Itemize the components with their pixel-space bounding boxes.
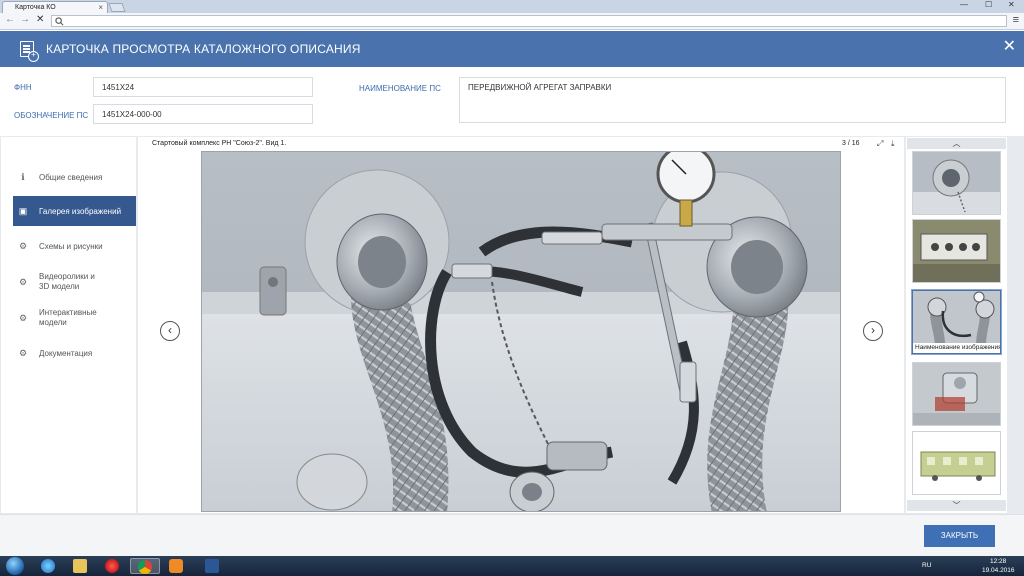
taskbar-opera[interactable] xyxy=(98,558,128,574)
start-button[interactable] xyxy=(6,557,24,575)
clock-date[interactable]: 19.04.2016 xyxy=(982,567,1015,574)
card-header: КАРТОЧКА ПРОСМОТРА КАТАЛОЖНОГО ОПИСАНИЯ … xyxy=(0,31,1024,67)
thumbnail-item-selected[interactable]: Наименование изображения xyxy=(912,290,1001,354)
thumbnail-item[interactable] xyxy=(912,362,1001,426)
windows-taskbar: RU 12:28 19.04.2016 xyxy=(0,556,1024,576)
minimize-icon[interactable]: — xyxy=(960,0,968,9)
thumbnails-up-icon[interactable]: ︿ xyxy=(907,138,1006,149)
back-arrow-icon[interactable]: ← xyxy=(5,14,15,25)
main-image xyxy=(201,151,841,512)
thumbnail-image xyxy=(913,152,1000,214)
taskbar-ie[interactable] xyxy=(34,558,64,574)
interactive-icon: ⚙ xyxy=(18,313,28,323)
info-icon: ℹ xyxy=(21,171,25,182)
taskbar-chrome[interactable] xyxy=(130,558,160,574)
taskbar-explorer[interactable] xyxy=(66,558,96,574)
equipment-photo xyxy=(202,152,840,511)
search-icon xyxy=(55,17,64,26)
internet-explorer-icon xyxy=(41,559,55,573)
thumbnail-image xyxy=(913,220,1000,282)
taskbar-media[interactable] xyxy=(162,558,192,574)
image-caption: Стартовый комплекс РН "Союз-2". Вид 1. xyxy=(152,140,287,147)
thumbnail-label: Наименование изображения xyxy=(913,343,1000,353)
window-close-icon[interactable]: ✕ xyxy=(1008,0,1015,9)
folder-icon xyxy=(73,559,87,573)
designation-label: ОБОЗНАЧЕНИЕ ПС xyxy=(14,111,89,120)
stop-icon[interactable]: ✕ xyxy=(36,14,44,25)
sidebar-item-label: Общие сведения xyxy=(39,172,103,182)
maximize-icon[interactable]: ☐ xyxy=(985,0,992,9)
sidebar-item-documentation[interactable]: ⚙ Документация xyxy=(13,338,136,368)
sidebar-item-label: Видеоролики и 3D модели xyxy=(39,272,95,291)
close-icon[interactable]: ✕ xyxy=(1003,39,1016,55)
previous-image-button[interactable]: ‹ xyxy=(160,321,180,341)
fullscreen-icon[interactable]: ⤢ xyxy=(877,139,883,149)
opera-icon xyxy=(105,559,119,573)
document-icon: ⚙ xyxy=(18,347,28,358)
thumbnail-image xyxy=(913,432,1000,494)
browser-menu-icon[interactable]: ≡ xyxy=(1013,14,1019,26)
fnn-label: ФНН xyxy=(14,83,32,92)
page-title: КАРТОЧКА ПРОСМОТРА КАТАЛОЖНОГО ОПИСАНИЯ xyxy=(46,42,361,56)
gallery-icon: ▣ xyxy=(18,205,28,216)
browser-tab-title: Карточка КО xyxy=(15,4,56,11)
close-button[interactable]: ЗАКРЫТЬ xyxy=(924,525,995,547)
sidebar: ℹ Общие сведения ▣ Галерея изображений ⚙… xyxy=(1,137,136,513)
tab-close-icon[interactable]: × xyxy=(98,3,103,12)
card-footer: ЗАКРЫТЬ xyxy=(0,514,1024,556)
thumbnail-item[interactable] xyxy=(912,219,1001,283)
sidebar-item-gallery[interactable]: ▣ Галерея изображений xyxy=(13,196,136,226)
designation-field[interactable]: 1451Х24-000-00 xyxy=(93,104,313,124)
forward-arrow-icon[interactable]: → xyxy=(20,14,30,25)
sidebar-item-interactive[interactable]: ⚙ Интерактивные модели xyxy=(13,303,136,333)
thumbnails-down-icon[interactable]: ﹀ xyxy=(907,500,1006,511)
taskbar-word[interactable] xyxy=(198,558,228,574)
name-field[interactable]: ПЕРЕДВИЖНОЙ АГРЕГАТ ЗАПРАВКИ xyxy=(459,77,1006,123)
image-viewer: Стартовый комплекс РН "Союз-2". Вид 1. 3… xyxy=(138,137,904,513)
thumbnail-item[interactable] xyxy=(912,151,1001,215)
sidebar-item-general[interactable]: ℹ Общие сведения xyxy=(13,162,136,192)
word-icon xyxy=(205,559,219,573)
content-panel: ℹ Общие сведения ▣ Галерея изображений ⚙… xyxy=(0,136,1024,514)
language-indicator[interactable]: RU xyxy=(922,562,931,569)
sidebar-item-label: Интерактивные модели xyxy=(39,308,97,327)
sidebar-item-label: Схемы и рисунки xyxy=(39,241,103,251)
browser-tab-bar: Карточка КО × — ☐ ✕ xyxy=(0,0,1024,13)
image-counter: 3 / 16 xyxy=(842,140,860,147)
catalog-card-icon xyxy=(20,41,39,62)
next-image-button[interactable]: › xyxy=(863,321,883,341)
thumbnail-item[interactable] xyxy=(912,431,1001,495)
clock-time[interactable]: 12:28 xyxy=(990,558,1006,565)
thumbnail-image xyxy=(913,363,1000,425)
sidebar-item-label: Галерея изображений xyxy=(39,206,122,216)
sidebar-item-diagrams[interactable]: ⚙ Схемы и рисунки xyxy=(13,231,136,261)
media-player-icon xyxy=(169,559,183,573)
thumbnail-strip: ︿ Наименование изображения ﹀ xyxy=(906,137,1007,513)
sidebar-item-label: Документация xyxy=(39,348,93,358)
fnn-field[interactable]: 1451Х24 xyxy=(93,77,313,97)
url-input[interactable] xyxy=(51,15,1007,27)
chrome-icon xyxy=(138,560,152,574)
browser-tab[interactable]: Карточка КО × xyxy=(2,1,108,13)
diagram-icon: ⚙ xyxy=(18,240,28,251)
video-icon: ⚙ xyxy=(18,277,28,287)
name-label: НАИМЕНОВАНИЕ ПС xyxy=(359,84,441,93)
sidebar-item-video[interactable]: ⚙ Видеоролики и 3D модели xyxy=(13,267,136,297)
new-tab-button[interactable] xyxy=(108,3,126,12)
address-bar: ← → ✕ ≡ xyxy=(0,13,1024,30)
download-icon[interactable]: ⤓ xyxy=(891,139,895,149)
